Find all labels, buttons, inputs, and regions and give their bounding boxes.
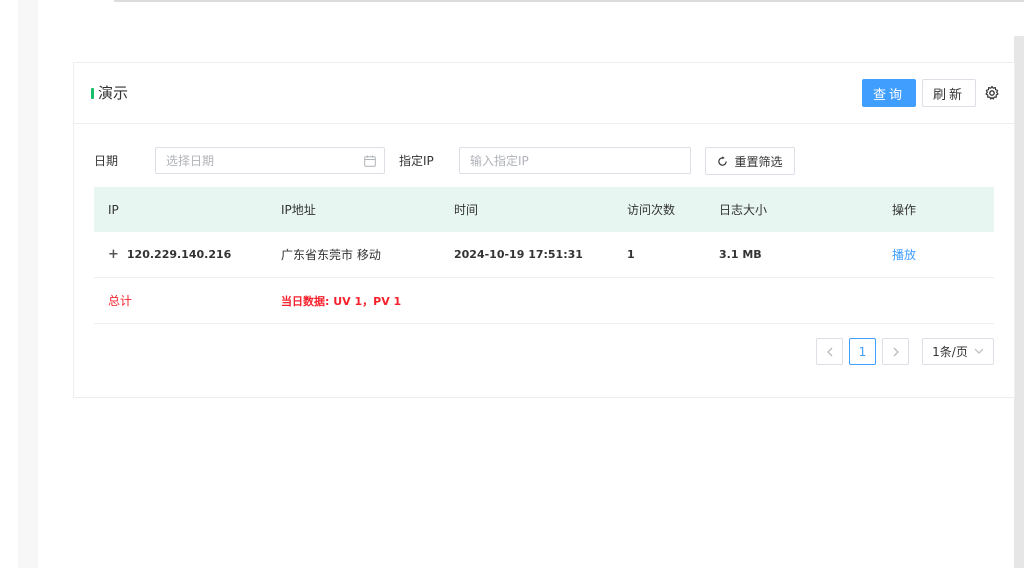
query-button[interactable]: 查询 [862, 79, 916, 107]
refresh-button[interactable]: 刷新 [922, 79, 976, 107]
ip-label: 指定IP [399, 154, 434, 168]
page-size-select[interactable]: 1条/页 [922, 338, 994, 365]
prev-page-button[interactable] [816, 338, 843, 365]
page-scrollbar[interactable] [1014, 36, 1024, 568]
summary-text: 当日数据: UV 1，PV 1 [281, 294, 402, 308]
title-accent-bar [91, 88, 94, 99]
column-header-time: 时间 [454, 203, 479, 217]
cell-visits: 1 [627, 248, 635, 261]
left-panel [0, 0, 38, 568]
top-divider [114, 0, 1024, 2]
calendar-icon [364, 155, 376, 167]
cell-time: 2024-10-19 17:51:31 [454, 248, 583, 261]
left-panel-edge [18, 0, 38, 568]
chevron-left-icon [826, 347, 832, 356]
table-row: +120.229.140.216 广东省东莞市 移动 2024-10-19 17… [94, 232, 994, 278]
column-header-actions: 操作 [892, 203, 917, 217]
column-header-ip: IP [108, 202, 119, 217]
card-header: 演示 查询 刷新 [74, 63, 1014, 124]
chevron-right-icon [893, 347, 899, 356]
ip-input[interactable] [459, 147, 691, 174]
ip-value: 120.229.140.216 [126, 248, 232, 261]
column-header-log-size: 日志大小 [719, 203, 768, 217]
date-label: 日期 [94, 154, 119, 168]
chevron-down-icon [974, 348, 984, 354]
gear-icon[interactable] [984, 85, 1000, 101]
data-table: IP IP地址 时间 访问次数 日志大小 操作 +120.229.140.216… [94, 187, 994, 324]
next-page-button[interactable] [882, 338, 909, 365]
cell-size: 3.1 MB [719, 248, 762, 261]
cell-location: 广东省东莞市 移动 [281, 248, 381, 262]
page-size-value: 1条/页 [932, 345, 968, 359]
refresh-icon [718, 155, 728, 166]
play-link[interactable]: 播放 [878, 246, 994, 263]
reset-filter-button[interactable]: 重置筛选 [705, 147, 795, 175]
cell-ip: +120.229.140.216 [94, 247, 267, 262]
column-header-visits: 访问次数 [627, 203, 676, 217]
demo-card: 演示 查询 刷新 日期 指定IP 重置筛选 IP IP地址 时间 访问次数 日志… [73, 62, 1015, 398]
plus-icon[interactable]: + [108, 247, 119, 262]
table-header: IP IP地址 时间 访问次数 日志大小 操作 [94, 187, 994, 232]
summary-row: 总计 当日数据: UV 1，PV 1 [94, 278, 994, 324]
date-input[interactable] [155, 147, 385, 174]
page-title: 演示 [98, 84, 129, 102]
reset-filter-label: 重置筛选 [734, 154, 783, 169]
column-header-ip-address: IP地址 [281, 203, 316, 217]
page-button-1[interactable]: 1 [849, 338, 876, 365]
summary-label: 总计 [108, 294, 133, 308]
